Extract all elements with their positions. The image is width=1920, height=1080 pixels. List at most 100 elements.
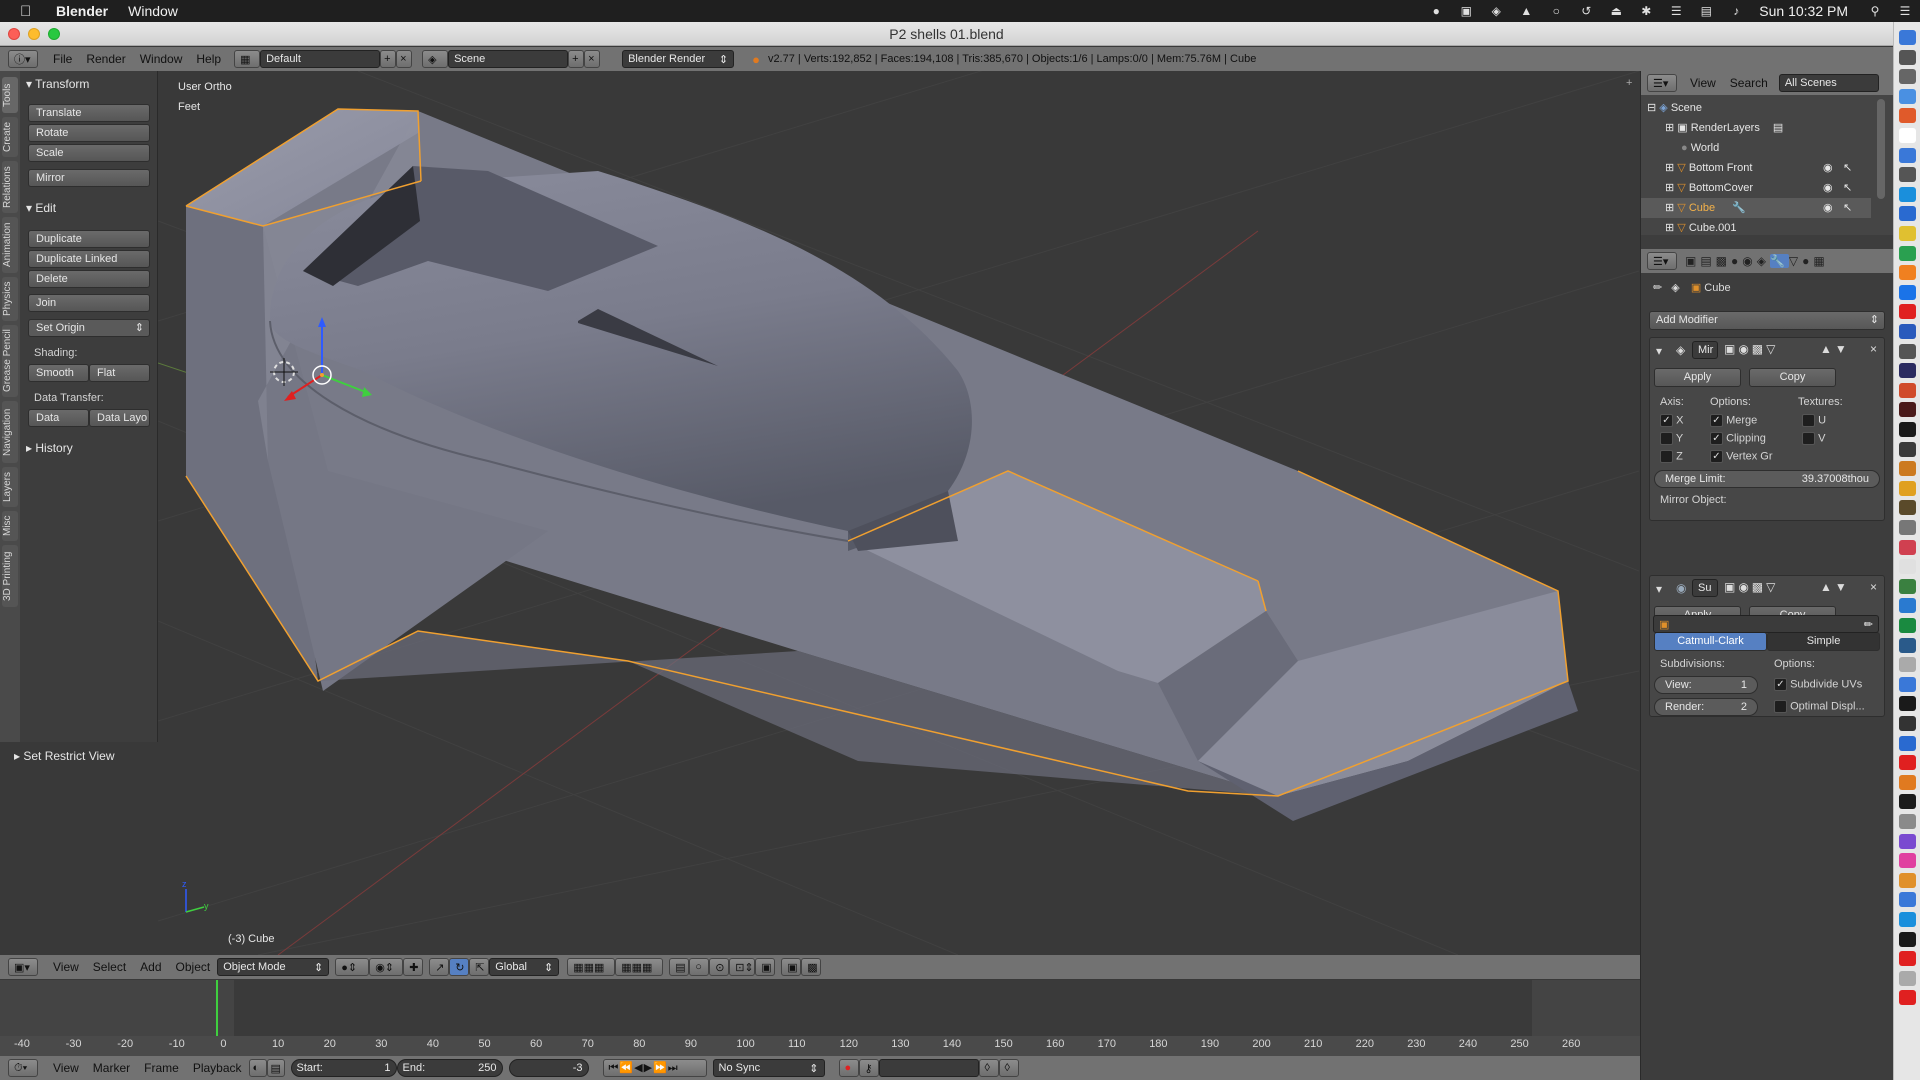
dock-app-icon[interactable] xyxy=(1899,363,1916,379)
scale-manipulator-icon[interactable]: ⇱ xyxy=(469,958,490,976)
view-levels-field[interactable]: View: 1 xyxy=(1654,676,1758,694)
render-layer-toggle-icon[interactable]: ▤ xyxy=(1773,122,1783,134)
set-origin-dropdown[interactable]: Set Origin ⇕ xyxy=(28,319,150,337)
axis-x-checkbox[interactable]: ✓ X xyxy=(1660,414,1683,427)
tab-misc[interactable]: Misc xyxy=(2,511,18,541)
keying-set-field[interactable] xyxy=(878,1059,979,1077)
visibility-eye-icon[interactable]: ◉ xyxy=(1823,158,1833,178)
remove-modifier-icon[interactable]: × xyxy=(1870,580,1877,594)
chat-icon[interactable]: ○ xyxy=(1545,4,1567,18)
object-mode-dropdown[interactable]: Object Mode ⇕ xyxy=(217,958,330,976)
axis-y-checkbox[interactable]: Y xyxy=(1660,432,1683,445)
timeline-editor-type-icon[interactable]: ⏱▾ xyxy=(8,1059,38,1077)
duplicate-linked-button[interactable]: Duplicate Linked xyxy=(28,250,150,268)
dock-app-icon[interactable] xyxy=(1899,186,1916,202)
menu-window[interactable]: Window xyxy=(133,52,190,66)
outliner-item-world[interactable]: ● World xyxy=(1641,138,1871,158)
snap-target-icon[interactable]: ▣ xyxy=(755,958,776,976)
mirror-object-field[interactable]: ▣ ✏ xyxy=(1653,615,1879,633)
outliner-item-cube[interactable]: ⊞ ▽ Cube 🔧 ◉ ↖ xyxy=(1641,198,1871,218)
viewport-menu-select[interactable]: Select xyxy=(86,960,133,974)
dock-app-icon[interactable] xyxy=(1899,284,1916,300)
keying-set-icon[interactable]: ⚷ xyxy=(858,1059,879,1077)
dock-app-icon[interactable] xyxy=(1899,500,1916,516)
outliner-item-bottom-front[interactable]: ⊞ ▽ Bottom Front ◉ ↖ xyxy=(1641,158,1871,178)
modifier-visibility-icons[interactable]: ▣◉▩▽ xyxy=(1724,580,1778,594)
scene-layers-grid[interactable]: ▦▦▦ xyxy=(567,958,616,976)
rotate-button[interactable]: Rotate xyxy=(28,124,150,142)
dock-app-icon[interactable] xyxy=(1899,637,1916,653)
creative-cloud-icon[interactable]: ● xyxy=(1425,4,1447,18)
collapse-arrow-icon[interactable]: ▾ xyxy=(1656,582,1662,596)
3d-viewport[interactable]: z y User Ortho Feet (-3) Cube + xyxy=(158,71,1639,955)
smooth-button[interactable]: Smooth xyxy=(28,364,89,382)
outliner-display-filter[interactable]: All Scenes xyxy=(1778,74,1879,92)
texture-v-checkbox[interactable]: V xyxy=(1802,432,1825,445)
expand-icon[interactable]: ⊞ xyxy=(1665,162,1674,174)
outliner-item-cube-001[interactable]: ⊞ ▽ Cube.001 xyxy=(1641,218,1871,232)
viewport-editor-type-icon[interactable]: ▣▾ xyxy=(8,958,38,976)
timeline-menu-marker[interactable]: Marker xyxy=(86,1061,137,1075)
outliner-menu-view[interactable]: View xyxy=(1683,76,1723,90)
add-layout-icon[interactable]: + xyxy=(380,50,397,68)
tab-physics[interactable]: Physics xyxy=(2,277,18,321)
window-menu[interactable]: Window xyxy=(128,3,178,19)
bluetooth-icon[interactable]: ✱ xyxy=(1635,4,1657,18)
collapse-icon[interactable]: ⊟ xyxy=(1647,102,1656,114)
dock-app-icon[interactable] xyxy=(1899,696,1916,712)
sync-mode-dropdown[interactable]: No Sync ⇕ xyxy=(712,1059,825,1077)
mirror-button[interactable]: Mirror xyxy=(28,169,150,187)
opengl-animation-icon[interactable]: ▩ xyxy=(801,958,822,976)
notification-center-icon[interactable]: ☰ xyxy=(1894,4,1916,18)
texture-u-checkbox[interactable]: U xyxy=(1802,414,1826,427)
tab-tools[interactable]: Tools xyxy=(2,77,18,113)
viewport-menu-object[interactable]: Object xyxy=(169,960,218,974)
tab-animation[interactable]: Animation xyxy=(2,217,18,273)
timeline-menu-frame[interactable]: Frame xyxy=(137,1061,186,1075)
selectable-cursor-icon[interactable]: ↖ xyxy=(1843,178,1852,198)
eject-icon[interactable]: ⏏ xyxy=(1605,4,1627,18)
dock-app-icon[interactable] xyxy=(1899,657,1916,673)
dock-app-icon[interactable] xyxy=(1899,88,1916,104)
selectable-cursor-icon[interactable]: ↖ xyxy=(1843,158,1852,178)
menu-clock[interactable]: Sun 10:32 PM xyxy=(1759,3,1848,19)
expand-icon[interactable]: ⊞ xyxy=(1665,122,1674,134)
layers-icon[interactable]: ◈ xyxy=(1485,4,1507,18)
dock-app-icon[interactable] xyxy=(1899,382,1916,398)
move-modifier-icons[interactable]: ▲▼ xyxy=(1820,580,1850,594)
catmull-clark-toggle[interactable]: Catmull-Clark xyxy=(1654,632,1767,651)
dock-app-icon[interactable] xyxy=(1899,206,1916,222)
dock-app-icon[interactable] xyxy=(1899,108,1916,124)
timeline-area[interactable]: -40 -30 -20 -10 0 10 20 30 40 50 60 70 80 90 100 110 120… xyxy=(0,980,1640,1056)
scale-button[interactable]: Scale xyxy=(28,144,150,162)
dock-app-icon[interactable] xyxy=(1899,147,1916,163)
lock-layers-icon[interactable]: ▤ xyxy=(669,958,690,976)
menu-help[interactable]: Help xyxy=(189,52,228,66)
dock-app-icon[interactable] xyxy=(1899,30,1916,45)
outliner-item-renderlayers[interactable]: ⊞ ▣ RenderLayers ▤ xyxy=(1641,118,1871,138)
current-frame-field[interactable]: -3 xyxy=(508,1059,589,1077)
dock-app-icon[interactable] xyxy=(1899,735,1916,751)
join-button[interactable]: Join xyxy=(28,294,150,312)
screen-layout-field[interactable]: Default xyxy=(260,50,381,68)
flat-button[interactable]: Flat xyxy=(89,364,150,382)
dock-app-icon[interactable] xyxy=(1899,167,1916,183)
scene-field[interactable]: Scene xyxy=(448,50,569,68)
move-modifier-icons[interactable]: ▲▼ xyxy=(1820,342,1850,356)
add-modifier-dropdown[interactable]: Add Modifier ⇕ xyxy=(1649,311,1885,330)
spotlight-search-icon[interactable]: ⚲ xyxy=(1864,4,1886,18)
modifiers-tab-icon[interactable]: 🔧 xyxy=(1769,254,1789,268)
pivot-point-icon[interactable]: ◉⇕ xyxy=(369,958,404,976)
minimize-window-button[interactable] xyxy=(28,28,40,40)
end-frame-field[interactable]: End: 250 xyxy=(396,1059,503,1077)
axis-z-checkbox[interactable]: Z xyxy=(1660,450,1683,463)
merge-limit-field[interactable]: Merge Limit: 39.37008thou xyxy=(1654,470,1880,488)
shading-mode-icon[interactable]: ●⇕ xyxy=(335,958,370,976)
optimal-display-checkbox[interactable]: Optimal Displ... xyxy=(1774,700,1865,713)
dock-app-icon[interactable] xyxy=(1899,520,1916,535)
properties-context-tabs[interactable]: ▣▤▩●◉◈🔧▽●▦ xyxy=(1685,254,1829,268)
cube-mesh-object[interactable] xyxy=(186,109,1578,821)
remove-scene-icon[interactable]: × xyxy=(584,50,601,68)
dock-app-icon[interactable] xyxy=(1899,814,1916,829)
viewport-menu-add[interactable]: Add xyxy=(133,960,168,974)
